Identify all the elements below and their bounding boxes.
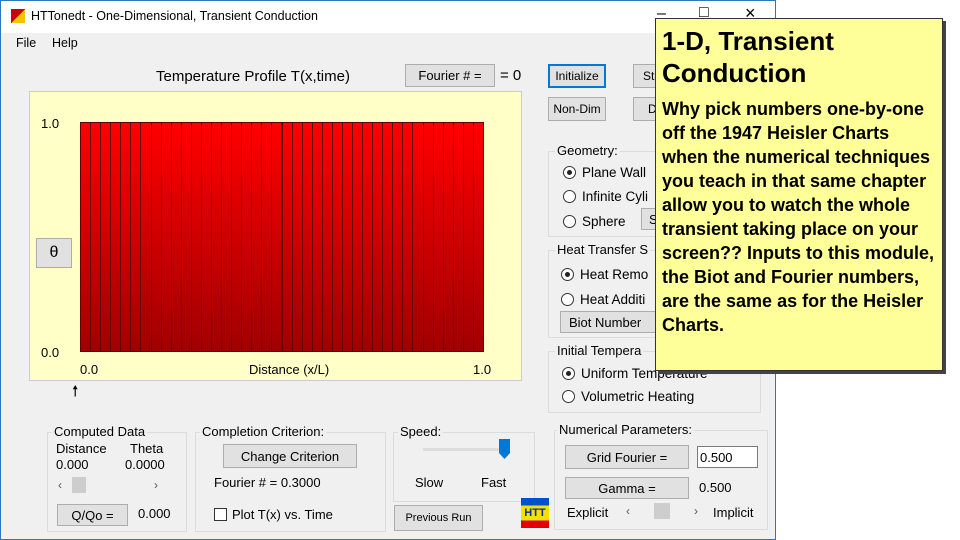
geometry-label: Geometry: bbox=[555, 143, 620, 158]
radio-label: Plane Wall bbox=[582, 165, 647, 180]
computed-data-label: Computed Data bbox=[52, 424, 148, 439]
radio-icon bbox=[561, 293, 574, 306]
q-qo-value: 0.000 bbox=[138, 506, 171, 521]
change-criterion-button[interactable]: Change Criterion bbox=[223, 444, 357, 468]
radio-icon bbox=[563, 166, 576, 179]
initialize-button[interactable]: Initialize bbox=[548, 64, 606, 88]
window-title: HTTonedt - One-Dimensional, Transient Co… bbox=[31, 9, 318, 23]
callout-title: 1-D, Transient Conduction bbox=[662, 26, 834, 88]
fourier-criterion: Fourier # = 0.3000 bbox=[214, 475, 321, 490]
radio-volumetric-heating[interactable]: Volumetric Heating bbox=[562, 389, 694, 404]
initial-temperature-label: Initial Tempera bbox=[555, 343, 644, 358]
radio-sphere[interactable]: Sphere bbox=[563, 214, 626, 229]
theta-label: Theta bbox=[130, 441, 164, 456]
gamma-button[interactable]: Gamma = bbox=[565, 477, 689, 499]
theta-button[interactable]: θ bbox=[36, 238, 72, 268]
radio-label: Infinite Cyli bbox=[582, 189, 649, 204]
previous-run-button[interactable]: Previous Run bbox=[394, 505, 483, 531]
annotation-callout: 1-D, Transient Conduction Why pick numbe… bbox=[655, 18, 943, 371]
app-icon bbox=[11, 9, 25, 23]
speed-fast-label: Fast bbox=[481, 475, 507, 490]
scroll-right-icon[interactable]: › bbox=[694, 504, 698, 518]
position-marker-icon[interactable]: 🠕 bbox=[72, 381, 78, 406]
position-scrollbar[interactable]: ‹ › bbox=[58, 476, 158, 494]
menu-file[interactable]: File bbox=[16, 36, 36, 50]
htt-logo: HTT bbox=[521, 498, 549, 528]
fourier-value: = 0 bbox=[500, 67, 522, 84]
gamma-scrollbar[interactable]: ‹ › bbox=[626, 502, 698, 520]
menu-help[interactable]: Help bbox=[52, 36, 78, 50]
radio-icon bbox=[563, 190, 576, 203]
radio-label: Sphere bbox=[582, 214, 626, 229]
grid-fourier-button[interactable]: Grid Fourier = bbox=[565, 445, 689, 469]
checkbox-icon bbox=[214, 508, 227, 521]
scroll-left-icon[interactable]: ‹ bbox=[58, 478, 62, 492]
htt-logo-text: HTT bbox=[524, 507, 546, 519]
radio-label: Volumetric Heating bbox=[581, 389, 695, 404]
implicit-label: Implicit bbox=[713, 505, 754, 520]
biot-number-button[interactable]: Biot Number bbox=[560, 311, 660, 333]
scroll-thumb[interactable] bbox=[654, 503, 670, 519]
radio-infinite-cylinder[interactable]: Infinite Cyli bbox=[563, 189, 648, 204]
radio-label: Heat Additi bbox=[580, 292, 646, 307]
ytick-top: 1.0 bbox=[41, 116, 60, 131]
completion-criterion-label: Completion Criterion: bbox=[200, 424, 327, 439]
distance-value: 0.000 bbox=[56, 457, 89, 472]
speed-label: Speed: bbox=[398, 424, 444, 439]
gamma-value: 0.500 bbox=[699, 480, 732, 495]
temperature-chart: 1.0 0.0 θ 0.0 Distance (x/L) 1.0 bbox=[29, 91, 522, 381]
plot-vs-time-checkbox[interactable]: Plot T(x) vs. Time bbox=[214, 507, 333, 522]
distance-label: Distance bbox=[56, 441, 107, 456]
speed-slider-track[interactable] bbox=[423, 448, 509, 451]
radio-icon bbox=[563, 215, 576, 228]
scroll-right-icon[interactable]: › bbox=[154, 478, 158, 492]
chart-bar bbox=[472, 122, 484, 352]
radio-icon bbox=[562, 367, 575, 380]
radio-icon bbox=[562, 390, 575, 403]
xtick-right: 1.0 bbox=[473, 362, 492, 377]
chart-title: Temperature Profile T(x,time) bbox=[156, 68, 350, 85]
callout-body: Why pick numbers one-by-one off the 1947… bbox=[662, 99, 935, 335]
xtick-left: 0.0 bbox=[80, 362, 99, 377]
theta-value: 0.0000 bbox=[125, 457, 165, 472]
scroll-thumb[interactable] bbox=[72, 477, 86, 493]
radio-heat-addition[interactable]: Heat Additi bbox=[561, 292, 645, 307]
radio-plane-wall[interactable]: Plane Wall bbox=[563, 165, 646, 180]
radio-label: Heat Remo bbox=[580, 267, 649, 282]
ytick-bottom: 0.0 bbox=[41, 345, 60, 360]
grid-fourier-input[interactable]: 0.500 bbox=[697, 446, 758, 468]
radio-icon bbox=[561, 268, 574, 281]
speed-slow-label: Slow bbox=[415, 475, 444, 490]
explicit-label: Explicit bbox=[567, 505, 609, 520]
checkbox-label: Plot T(x) vs. Time bbox=[232, 507, 333, 522]
q-qo-button[interactable]: Q/Qo = bbox=[57, 504, 128, 526]
scroll-left-icon[interactable]: ‹ bbox=[626, 504, 630, 518]
bar-area bbox=[80, 122, 484, 352]
non-dim-button[interactable]: Non-Dim bbox=[548, 97, 606, 121]
x-axis-label: Distance (x/L) bbox=[249, 362, 330, 377]
fourier-button[interactable]: Fourier # = bbox=[405, 64, 495, 87]
heat-transfer-label: Heat Transfer S bbox=[555, 242, 651, 257]
numerical-parameters-label: Numerical Parameters: bbox=[557, 422, 694, 437]
speed-group: Speed: bbox=[393, 424, 535, 502]
radio-heat-removal[interactable]: Heat Remo bbox=[561, 267, 648, 282]
